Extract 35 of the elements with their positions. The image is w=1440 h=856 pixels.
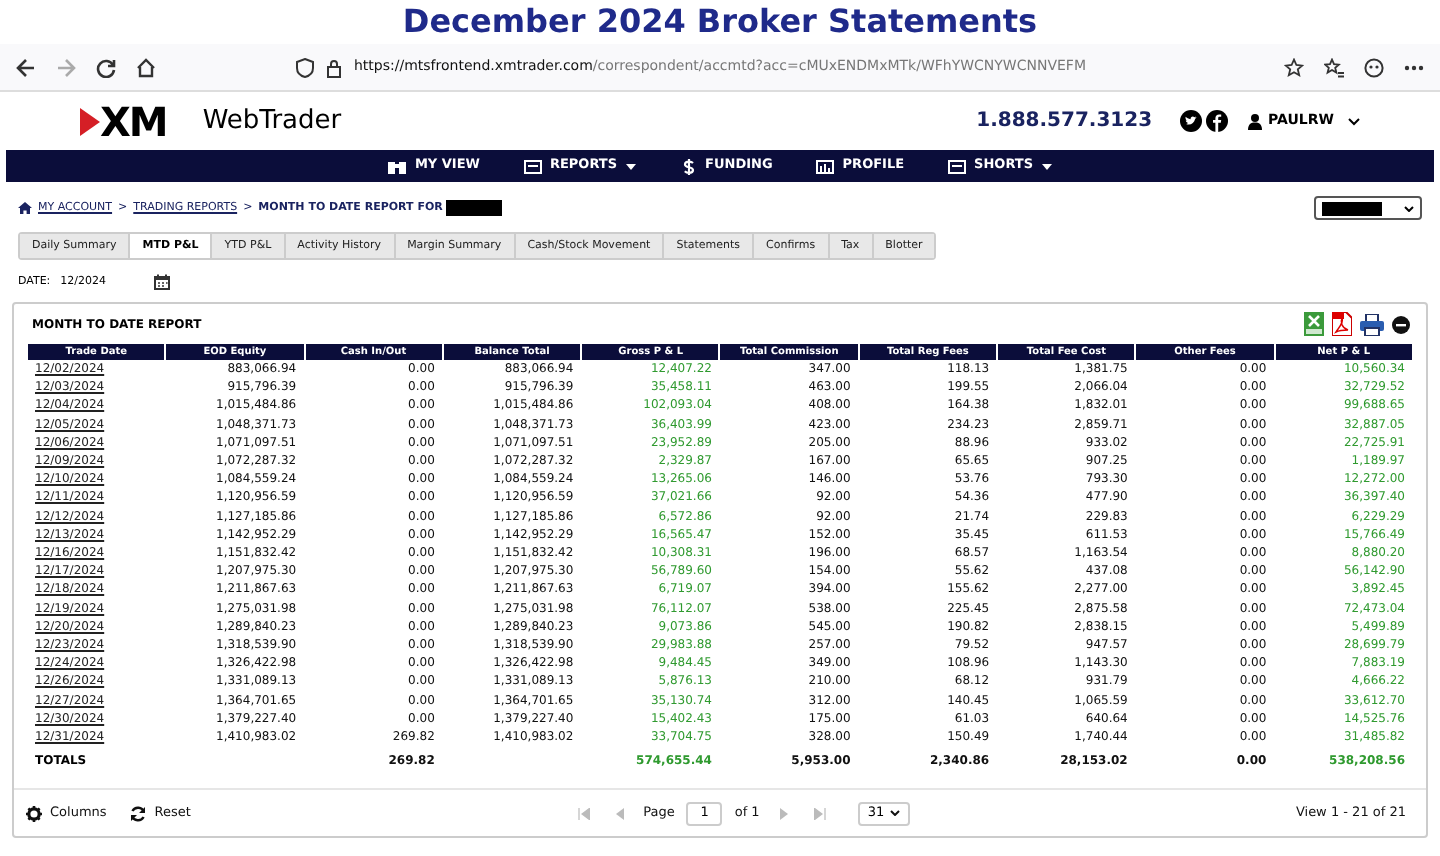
caret-icon [1348, 117, 1360, 125]
chart-icon [816, 157, 835, 175]
caret-icon [1404, 205, 1414, 211]
reload-icon[interactable] [96, 57, 116, 77]
collapse-icon[interactable] [1392, 315, 1410, 333]
gear-icon [26, 805, 42, 821]
twitter-icon[interactable] [1180, 110, 1203, 132]
logo-triangle-icon [80, 107, 100, 135]
caret-icon [889, 810, 900, 816]
product-name: WebTrader [202, 103, 342, 140]
lock-icon [326, 57, 342, 77]
card-icon [948, 157, 967, 175]
redaction-bar [446, 200, 503, 216]
bookmarks-icon[interactable] [1324, 57, 1344, 77]
card-icon [523, 157, 542, 175]
phone-number: 1.888.577.3123 [976, 108, 1153, 136]
account-icon[interactable] [1364, 57, 1384, 77]
facebook-icon[interactable] [1206, 110, 1229, 132]
refresh-icon [130, 805, 147, 821]
account-select[interactable] [1314, 196, 1422, 220]
home-icon[interactable] [136, 57, 156, 77]
redaction-bar [1322, 201, 1382, 215]
pdf-icon[interactable] [1332, 312, 1352, 336]
spreadsheet-icon[interactable] [1304, 312, 1324, 336]
shield-icon [296, 57, 314, 77]
dollar-icon [679, 157, 698, 175]
back-icon[interactable] [16, 57, 36, 77]
star-icon[interactable] [1284, 57, 1304, 77]
print-icon[interactable] [1360, 313, 1384, 335]
page-title: December 2024 Broker Statements [400, 0, 1040, 44]
calendar-icon[interactable] [154, 274, 171, 290]
home-icon[interactable] [18, 202, 32, 214]
user-icon [1248, 113, 1263, 129]
logo-text: XM [100, 101, 167, 141]
more-icon[interactable] [1404, 63, 1424, 71]
